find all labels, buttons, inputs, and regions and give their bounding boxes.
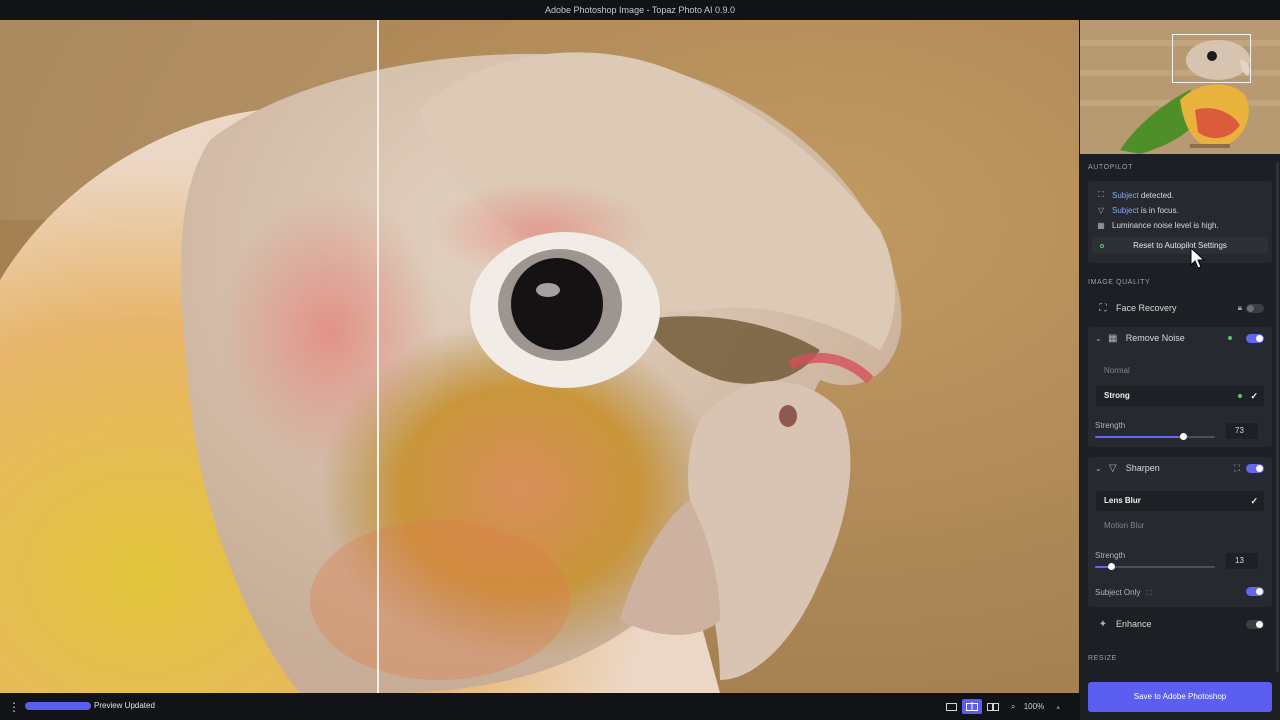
resize-section-title: RESIZE [1088,655,1117,662]
slider-handle[interactable] [1107,563,1115,570]
side-by-side-view-button[interactable] [983,699,1003,714]
sharpen-header[interactable]: ⌄ ▽ Sharpen ⛶ [1088,457,1272,479]
sharpen-label: Sharpen [1125,463,1160,473]
more-menu-icon[interactable]: ⋮ [8,699,20,715]
right-panel: AUTOPILOT ⛶ Subject detected. ▽ Subject … [1080,20,1280,720]
noise-strength-label: Strength [1095,421,1126,430]
panel-scrollbar[interactable] [1276,162,1279,672]
checkmark-icon: ✓ [1250,391,1258,401]
autopilot-line-noise: ▦ Luminance noise level is high. [1097,220,1219,230]
noise-icon: ▦ [1097,220,1105,230]
image-quality-section-title: IMAGE QUALITY [1088,279,1151,286]
face-recovery-label: Face Recovery [1116,303,1177,313]
subject-only-row: Subject Only ⛶ [1095,588,1152,598]
split-view-button[interactable] [962,699,982,714]
subject-mask-icon: ⛶ [1146,590,1152,597]
autopilot-section-title: AUTOPILOT [1088,164,1133,171]
noise-icon: ▦ [1107,332,1118,344]
lock-icon: 🔒︎ [1237,303,1242,312]
navigator-viewport-box[interactable] [1172,34,1251,83]
zoom-control[interactable]: ⌕ 100% ▴ [1011,699,1071,714]
save-to-photoshop-button[interactable]: Save to Adobe Photoshop [1088,682,1272,712]
remove-noise-toggle[interactable] [1246,334,1264,343]
subject-detect-icon: ⛶ [1098,190,1104,199]
remove-noise-card: ⌄ ▦ Remove Noise Normal Strong ✓ Strengt… [1088,327,1272,447]
slider-handle[interactable] [1179,433,1187,440]
reset-status-dot [1100,244,1104,248]
sharpen-card: ⌄ ▽ Sharpen ⛶ Lens Blur ✓ Motion Blur St… [1088,457,1272,607]
autopilot-line-focus: ▽ Subject is in focus. [1097,205,1179,215]
subject-only-label: Subject Only [1095,588,1141,597]
chevron-down-icon[interactable]: ⌄ [1095,464,1102,473]
sharpen-toggle[interactable] [1246,464,1264,473]
reset-autopilot-button[interactable]: Reset to Autopilot Settings [1092,238,1268,254]
enhance-row[interactable]: ✦ Enhance [1088,613,1272,635]
face-recovery-icon: ⛶ [1099,302,1107,314]
bottom-toolbar: ⋮ Preview Updated ⌕ 100% ▴ [0,693,1080,720]
active-indicator-dot [1228,336,1232,340]
enhance-label: Enhance [1116,619,1152,629]
autopilot-line-subject-detected: ⛶ Subject detected. [1096,189,1174,201]
autopilot-summary: ⛶ Subject detected. ▽ Subject is in focu… [1088,181,1272,263]
sharpen-mode-motion-blur[interactable]: Motion Blur [1096,516,1264,536]
preview-status-label: Preview Updated [94,701,155,710]
sparkle-icon: ✦ [1098,618,1108,630]
chevron-down-icon[interactable]: ⌄ [1095,334,1102,343]
navigator-thumbnail[interactable] [1080,20,1280,154]
enhance-toggle[interactable] [1246,620,1264,629]
preview-progress-bar [25,702,91,710]
face-recovery-row[interactable]: ⛶ Face Recovery 🔒︎ [1088,297,1272,319]
noise-strength-input[interactable]: 73 [1226,423,1258,439]
zoom-icon: ⌕ [1011,702,1016,711]
noise-mode-strong[interactable]: Strong ✓ [1096,386,1264,406]
sharpen-strength-slider[interactable] [1095,563,1215,570]
sharpen-triangle-icon: ▽ [1097,205,1105,215]
window-title: Adobe Photoshop Image - Topaz Photo AI 0… [0,0,1280,20]
sharpen-strength-input[interactable]: 13 [1226,553,1258,569]
subject-link[interactable]: Subject [1112,191,1139,200]
remove-noise-label: Remove Noise [1125,333,1185,343]
subject-only-toggle[interactable] [1246,587,1264,596]
subject-link[interactable]: Subject [1112,206,1139,215]
face-recovery-toggle[interactable] [1246,304,1264,313]
zoom-stepper-icon[interactable]: ▴ [1056,704,1060,711]
noise-mode-normal[interactable]: Normal [1096,361,1264,381]
sharpen-mode-lens-blur[interactable]: Lens Blur ✓ [1096,491,1264,511]
side-by-side-icon [987,702,999,711]
sharpen-triangle-icon: ▽ [1108,462,1117,474]
sharpen-strength-label: Strength [1095,551,1126,560]
zoom-level: 100% [1023,702,1045,711]
slider-fill [1095,436,1183,438]
noise-strength-slider[interactable] [1095,433,1215,440]
parrot-photo [0,20,1079,693]
active-indicator-dot [1238,394,1242,398]
single-view-button[interactable] [941,699,961,714]
subject-mask-icon[interactable]: ⛶ [1234,463,1240,474]
single-view-icon [945,702,957,711]
checkmark-icon: ✓ [1250,496,1258,506]
remove-noise-header[interactable]: ⌄ ▦ Remove Noise [1088,327,1272,349]
mouse-cursor-icon [1190,247,1206,269]
split-view-icon [966,702,978,711]
image-canvas[interactable] [0,20,1079,693]
